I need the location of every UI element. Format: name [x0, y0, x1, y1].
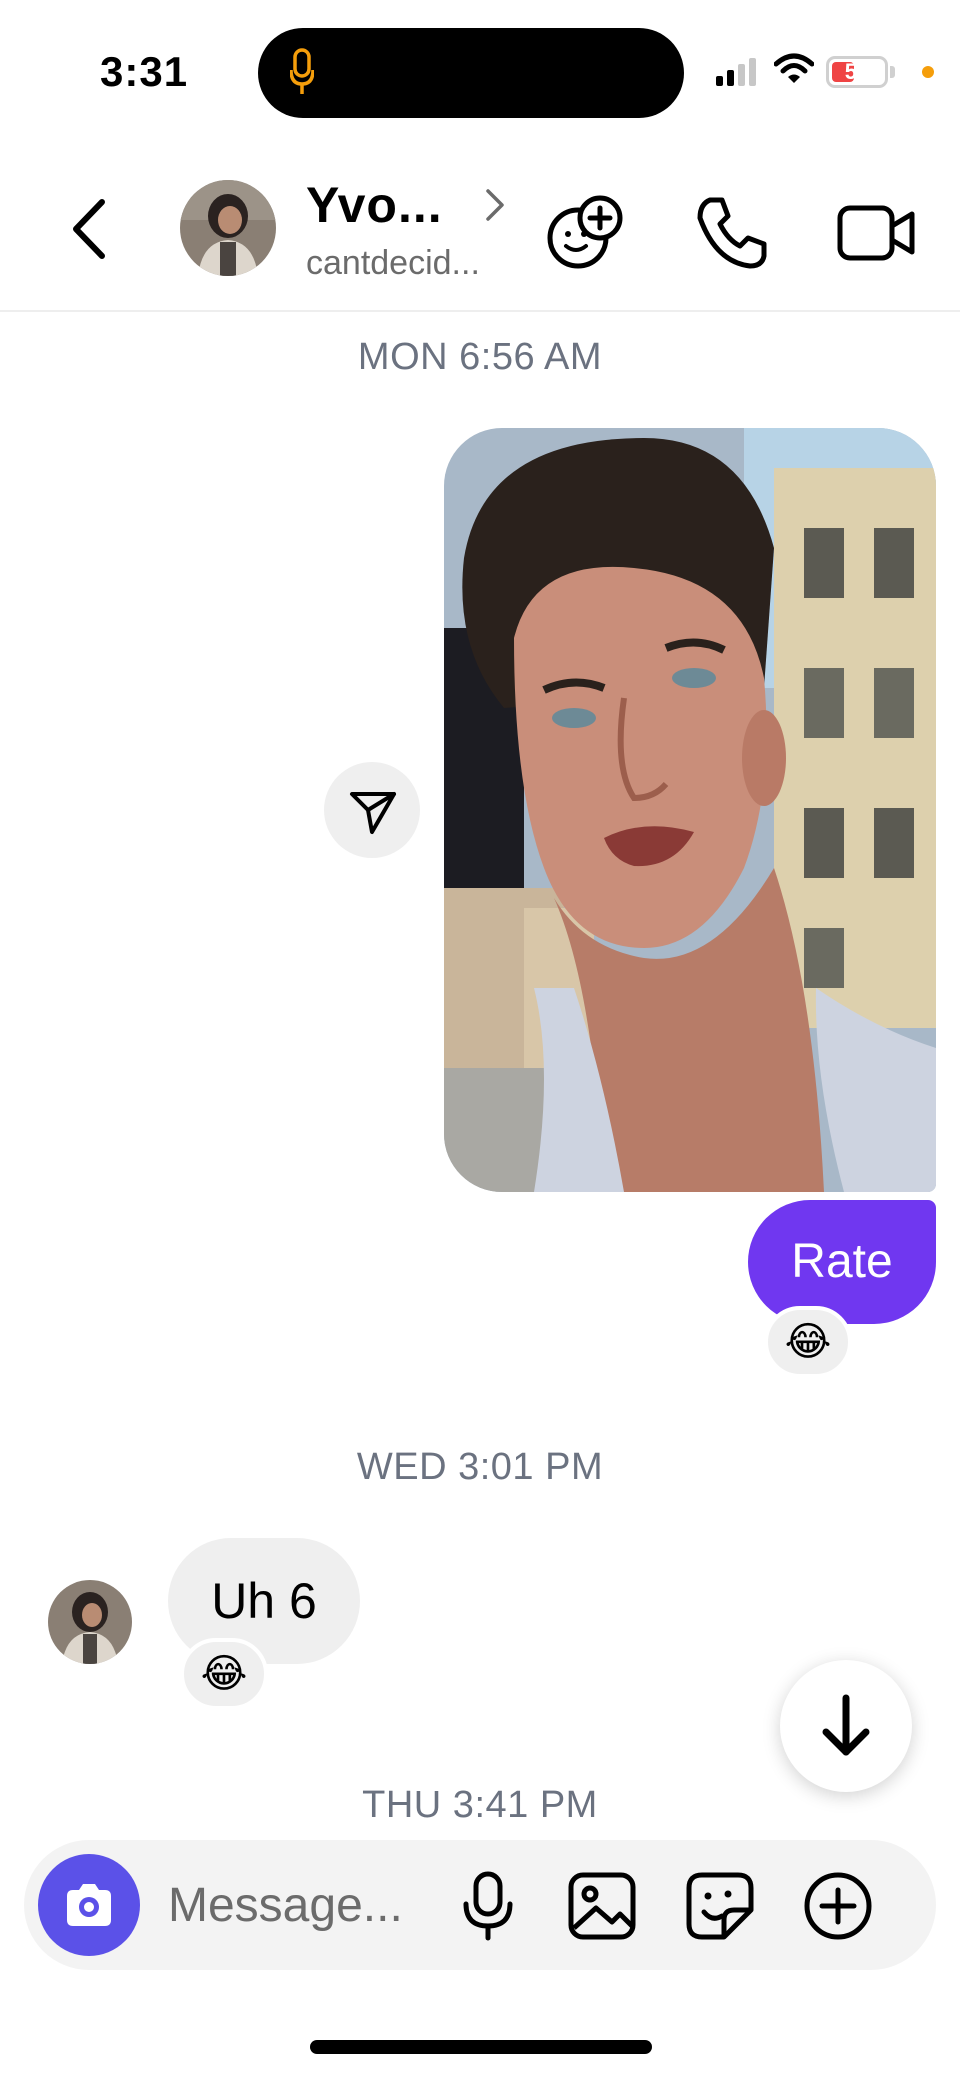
microphone-icon	[289, 48, 315, 103]
message-composer	[24, 1840, 936, 1970]
camera-icon	[63, 1882, 115, 1933]
contact-name[interactable]: Yvo...	[306, 176, 443, 234]
scroll-to-bottom-button[interactable]	[780, 1660, 912, 1792]
timestamp: THU 3:41 PM	[362, 1784, 598, 1826]
battery-icon: 54	[826, 56, 888, 88]
battery-level: 54	[844, 59, 870, 84]
video-icon[interactable]	[836, 192, 916, 272]
back-icon[interactable]	[64, 194, 124, 264]
signal-icon	[716, 58, 760, 91]
reaction-badge[interactable]: 😂	[180, 1638, 268, 1710]
plus-icon[interactable]	[802, 1870, 874, 1942]
share-button[interactable]	[324, 762, 420, 858]
status-time: 3:31	[100, 48, 189, 95]
add-people-icon[interactable]	[546, 192, 626, 272]
home-indicator[interactable]	[310, 2040, 652, 2054]
message-input[interactable]	[168, 1870, 448, 1940]
gallery-icon[interactable]	[566, 1870, 638, 1942]
camera-button[interactable]	[38, 1854, 140, 1956]
shared-photo[interactable]	[444, 428, 936, 1192]
chat-screen: 3:31 54 Yvo... cantdecid... MON 6:56 AM …	[0, 0, 960, 2079]
contact-username[interactable]: cantdecid...	[306, 244, 480, 283]
timestamp: WED 3:01 PM	[356, 1446, 604, 1488]
reaction-badge[interactable]: 😂	[764, 1306, 852, 1378]
contact-avatar[interactable]	[180, 180, 276, 276]
arrow-down-icon	[820, 1694, 872, 1763]
privacy-indicator-dot	[922, 66, 934, 78]
chat-header: Yvo... cantdecid...	[0, 140, 960, 312]
dynamic-island	[258, 28, 684, 118]
sticker-icon[interactable]	[684, 1870, 756, 1942]
status-bar: 3:31 54	[0, 0, 960, 140]
phone-icon[interactable]	[692, 192, 772, 272]
battery-cap	[890, 66, 895, 78]
wifi-icon	[773, 52, 815, 91]
outgoing-message[interactable]: Rate	[748, 1200, 936, 1324]
chevron-right-icon[interactable]	[484, 188, 506, 227]
contact-avatar[interactable]	[48, 1580, 132, 1664]
timestamp: MON 6:56 AM	[357, 336, 603, 378]
microphone-icon[interactable]	[452, 1870, 524, 1942]
